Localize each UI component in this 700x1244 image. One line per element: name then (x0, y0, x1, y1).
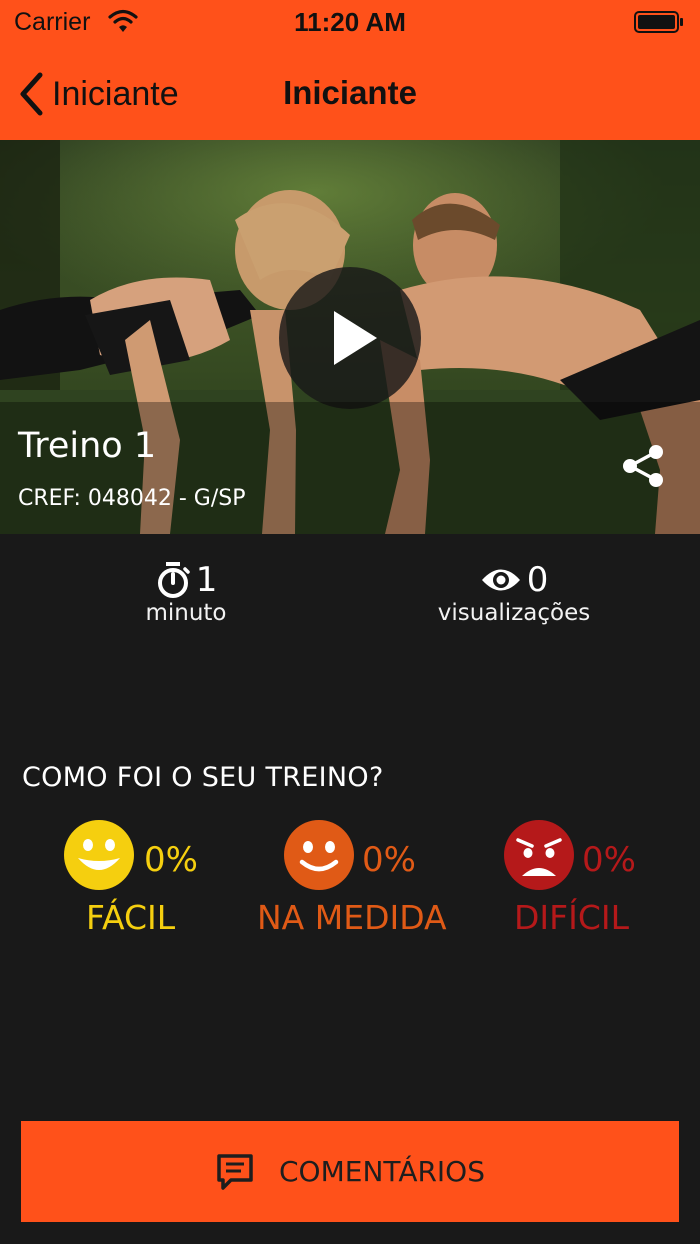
battery-icon (634, 11, 683, 33)
page-title: Iniciante (283, 74, 417, 111)
rating-easy-percent: 0% (144, 840, 198, 880)
views-value: 0 (526, 560, 549, 600)
rating-moderate-percent: 0% (362, 840, 416, 880)
feedback-question: COMO FOI O SEU TREINO? (22, 762, 384, 793)
cref-label: CREF: 048042 - G/SP (18, 486, 246, 511)
duration-value: 1 (195, 560, 218, 600)
status-bar: Carrier 11:20 AM (0, 0, 700, 44)
back-button[interactable]: Iniciante (18, 70, 179, 118)
views-label: visualizações (437, 600, 591, 626)
rating-hard-label: DIFÍCIL (514, 898, 630, 937)
comments-button-label: COMENTÁRIOS (279, 1155, 485, 1188)
eye-icon (481, 569, 520, 591)
video-title: Treino 1 (18, 426, 157, 466)
chevron-left-icon (20, 72, 43, 116)
stopwatch-icon (157, 562, 190, 598)
comments-button[interactable]: COMENTÁRIOS (21, 1121, 679, 1222)
duration-label: minuto (145, 600, 227, 626)
duration-stat: 1 minuto (100, 560, 272, 626)
smile-face-icon (284, 820, 354, 890)
app-header: Carrier 11:20 AM Iniciante Iniciante (0, 0, 700, 140)
sad-face-icon (504, 820, 574, 890)
video-info-overlay (0, 402, 700, 534)
back-button-label: Iniciante (52, 74, 179, 113)
rating-moderate-label: NA MEDIDA (257, 898, 447, 937)
play-button[interactable] (279, 267, 421, 409)
views-stat: 0 visualizações (424, 560, 604, 626)
video-thumbnail[interactable] (0, 140, 700, 534)
status-time: 11:20 AM (294, 7, 406, 37)
play-icon (334, 311, 377, 365)
happy-face-icon (64, 820, 134, 890)
rating-easy-label: FÁCIL (86, 898, 176, 937)
comment-icon (217, 1153, 253, 1190)
rating-hard-percent: 0% (582, 840, 636, 880)
share-icon[interactable] (620, 443, 666, 489)
